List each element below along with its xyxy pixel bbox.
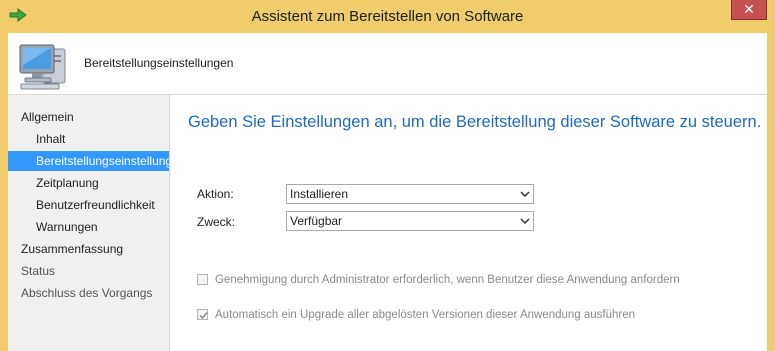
- title-bar: Assistent zum Bereitstellen von Software…: [0, 0, 775, 33]
- admin-approval-checkbox-row: Genehmigung durch Administrator erforder…: [197, 274, 680, 286]
- sidebar-item-bereitstellungseinstellungen[interactable]: Bereitstellungseinstellungen: [8, 151, 169, 171]
- admin-approval-checkbox[interactable]: [197, 274, 208, 285]
- sidebar: Allgemein Inhalt Bereitstellungseinstell…: [8, 95, 170, 351]
- auto-upgrade-label: Automatisch ein Upgrade aller abgelösten…: [215, 309, 636, 321]
- close-button[interactable]: ✕: [731, 0, 767, 20]
- wizard-header: Bereitstellungseinstellungen: [8, 33, 767, 95]
- purpose-select-value: Verfügbar: [290, 214, 343, 228]
- sidebar-item-zeitplanung[interactable]: Zeitplanung: [8, 173, 169, 193]
- sidebar-item-abschluss[interactable]: Abschluss des Vorgangs: [8, 283, 169, 303]
- window-frame-right: [767, 33, 775, 351]
- purpose-select[interactable]: Verfügbar: [286, 211, 534, 231]
- checkmark-icon: [199, 312, 208, 320]
- chevron-down-icon: [520, 191, 530, 198]
- sidebar-item-inhalt[interactable]: Inhalt: [8, 129, 169, 149]
- sidebar-item-benutzerfreundlichkeit[interactable]: Benutzerfreundlichkeit: [8, 195, 169, 215]
- window-title: Assistent zum Bereitstellen von Software: [251, 8, 524, 25]
- main-panel: Geben Sie Einstellungen an, um die Berei…: [170, 95, 767, 351]
- window-frame-left: [0, 33, 8, 351]
- action-select-value: Installieren: [290, 187, 349, 201]
- action-select[interactable]: Installieren: [286, 184, 534, 204]
- sidebar-item-allgemein[interactable]: Allgemein: [8, 107, 169, 127]
- purpose-label: Zweck:: [197, 215, 236, 229]
- sidebar-item-warnungen[interactable]: Warnungen: [8, 217, 169, 237]
- sidebar-item-status[interactable]: Status: [8, 261, 169, 281]
- computer-icon: [19, 44, 66, 90]
- page-heading: Geben Sie Einstellungen an, um die Berei…: [188, 113, 762, 131]
- auto-upgrade-checkbox-row: Automatisch ein Upgrade aller abgelösten…: [197, 309, 635, 321]
- sidebar-item-zusammenfassung[interactable]: Zusammenfassung: [8, 239, 169, 259]
- header-title: Bereitstellungseinstellungen: [84, 56, 234, 70]
- action-label: Aktion:: [197, 187, 234, 201]
- admin-approval-label: Genehmigung durch Administrator erforder…: [215, 274, 680, 286]
- auto-upgrade-checkbox[interactable]: [197, 309, 208, 320]
- chevron-down-icon: [520, 218, 530, 225]
